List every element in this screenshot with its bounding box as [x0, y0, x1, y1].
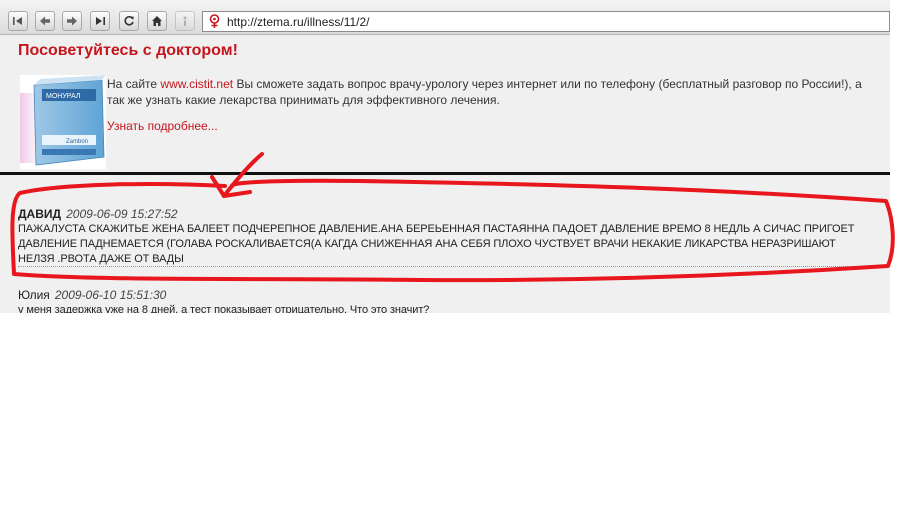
comment-date: 2009-06-10 15:51:30 — [54, 288, 167, 302]
first-page-icon — [13, 17, 22, 25]
back-icon — [40, 16, 50, 26]
forward-button[interactable] — [62, 11, 82, 31]
page-content: Посоветуйтесь с доктором! МОНУРАЛ Zambon — [0, 35, 890, 313]
home-icon — [152, 16, 162, 26]
info-button[interactable] — [175, 11, 195, 31]
ad-description: На сайте www.cistit.net Вы сможете задат… — [107, 76, 877, 108]
comment-item: ДАВИД 2009-06-09 15:27:52 ПАЖАЛУСТА СКАЖ… — [18, 207, 868, 267]
first-page-button[interactable] — [8, 11, 28, 31]
browser-screenshot: http://ztema.ru/illness/11/2/ Посоветуйт… — [0, 0, 890, 313]
comment-text: у меня задержка уже на 8 дней, а тест по… — [18, 304, 430, 313]
reload-icon — [124, 16, 134, 26]
info-icon — [183, 16, 187, 26]
comment-date: 2009-06-09 15:27:52 — [66, 207, 178, 221]
ad-heading: Посоветуйтесь с доктором! — [18, 42, 238, 59]
product-label: МОНУРАЛ — [46, 93, 81, 100]
last-page-icon — [96, 17, 105, 25]
cistit-link[interactable]: www.cistit.net — [160, 77, 233, 91]
browser-toolbar: http://ztema.ru/illness/11/2/ — [0, 0, 890, 35]
back-button[interactable] — [35, 11, 55, 31]
reload-button[interactable] — [119, 11, 139, 31]
product-image[interactable]: МОНУРАЛ Zambon — [20, 75, 106, 169]
address-bar[interactable]: http://ztema.ru/illness/11/2/ — [202, 11, 890, 32]
site-favicon-icon — [209, 14, 220, 28]
ad-text-before: На сайте — [107, 77, 161, 91]
address-bar-url: http://ztema.ru/illness/11/2/ — [227, 15, 370, 29]
last-page-button[interactable] — [90, 11, 110, 31]
home-button[interactable] — [147, 11, 167, 31]
learn-more-link[interactable]: Узнать подробнее... — [107, 119, 218, 133]
product-brand: Zambon — [66, 139, 88, 145]
comment-author: Юлия — [18, 288, 50, 302]
comment-item: Юлия 2009-06-10 15:51:30 у меня задержка… — [18, 288, 868, 313]
section-divider — [0, 172, 890, 175]
comment-author: ДАВИД — [18, 207, 62, 221]
forward-icon — [67, 16, 77, 26]
comment-text: ПАЖАЛУСТА СКАЖИТЬЕ ЖЕНА БАЛЕЕТ ПОДЧЕРЕПН… — [18, 223, 855, 265]
comment-separator — [18, 266, 884, 267]
